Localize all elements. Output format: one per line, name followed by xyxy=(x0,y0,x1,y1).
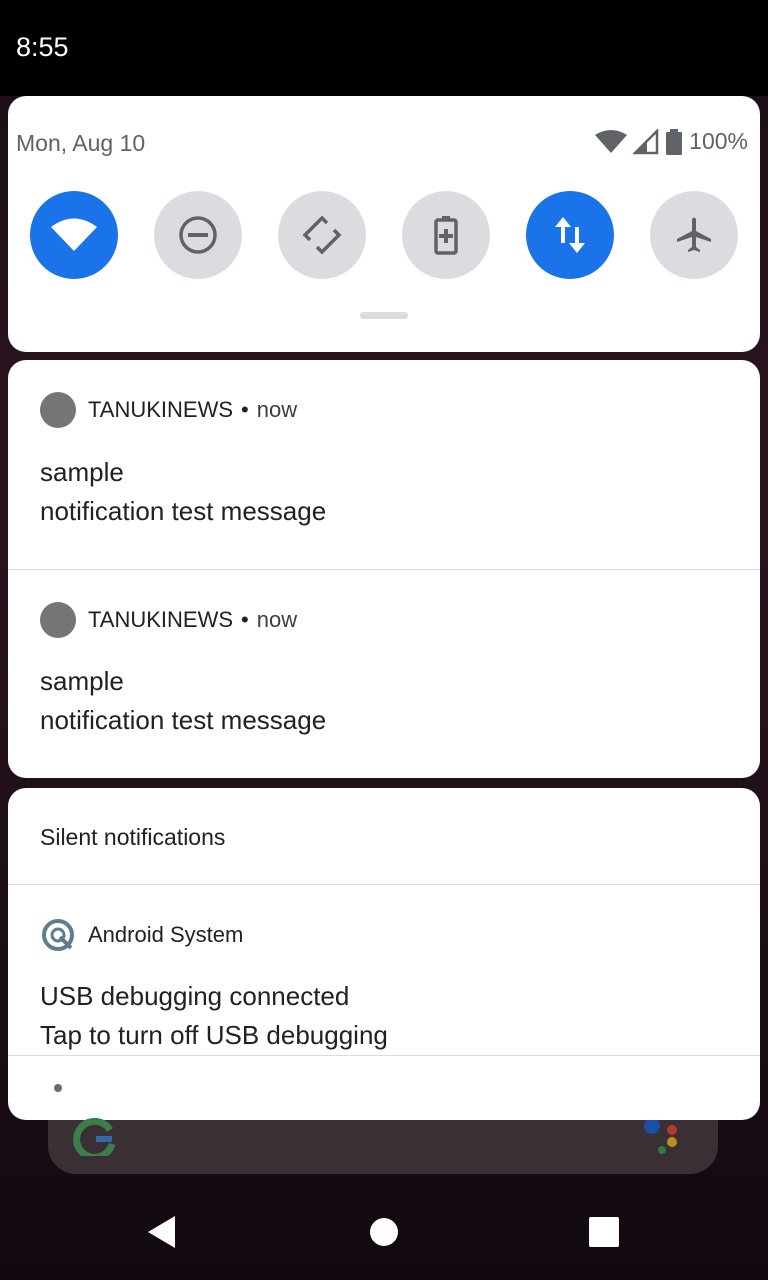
notification-title: sample xyxy=(40,666,124,696)
recents-icon xyxy=(589,1217,619,1247)
home-icon xyxy=(370,1218,398,1246)
silent-notifications-header[interactable]: Silent notifications xyxy=(40,824,225,851)
notification-app-name: TANUKINEWS xyxy=(88,397,234,422)
assistant-icon xyxy=(644,1120,677,1154)
status-clock: 8:55 xyxy=(16,32,69,62)
auto-rotate-tile[interactable] xyxy=(278,191,366,279)
android-system-icon xyxy=(42,919,74,951)
battery-percent: 100% xyxy=(689,128,748,154)
notification-time: now xyxy=(256,397,298,422)
notification-separator: • xyxy=(241,397,249,422)
status-bar: 8:55 xyxy=(0,0,768,96)
quick-settings-panel[interactable]: Mon, Aug 10 100% xyxy=(8,96,760,352)
notification-title: sample xyxy=(40,457,124,487)
navigation-bar xyxy=(0,1186,768,1280)
battery-saver-tile[interactable] xyxy=(402,191,490,279)
wifi-icon xyxy=(51,218,97,251)
airplane-icon xyxy=(677,217,711,252)
qs-date[interactable]: Mon, Aug 10 xyxy=(16,130,145,157)
notification-header: TANUKINEWS • now xyxy=(40,602,297,638)
overflow-dot-icon[interactable] xyxy=(54,1084,62,1092)
notification-group: TANUKINEWS • now sample notification tes… xyxy=(8,360,760,778)
mobile-data-tile[interactable] xyxy=(526,191,614,279)
notification-separator: • xyxy=(241,607,249,632)
back-button[interactable] xyxy=(140,1208,184,1256)
notification-text: Tap to turn off USB debugging xyxy=(40,1020,388,1050)
back-icon xyxy=(148,1216,175,1248)
wifi-status-icon xyxy=(595,129,628,153)
divider xyxy=(8,1055,760,1056)
notification-item[interactable]: TANUKINEWS • now sample notification tes… xyxy=(8,360,760,569)
qs-drag-handle[interactable] xyxy=(360,312,408,319)
notification-title: USB debugging connected xyxy=(40,981,350,1011)
home-button[interactable] xyxy=(364,1212,404,1252)
battery-saver-icon xyxy=(434,216,458,255)
do-not-disturb-tile[interactable] xyxy=(154,191,242,279)
notification-text: notification test message xyxy=(40,496,327,526)
silent-notifications-section: Silent notifications Android System USB … xyxy=(8,788,760,1120)
usb-debugging-notification[interactable]: Android System USB debugging connected T… xyxy=(8,885,760,1055)
notification-text: notification test message xyxy=(40,705,327,735)
mobile-data-icon xyxy=(555,217,585,253)
recents-button[interactable] xyxy=(584,1212,624,1252)
notification-item[interactable]: TANUKINEWS • now sample notification tes… xyxy=(8,570,760,778)
notification-header: TANUKINEWS • now xyxy=(40,392,297,428)
notification-header: Android System xyxy=(40,917,243,953)
google-logo-icon xyxy=(73,1117,116,1156)
airplane-mode-tile[interactable] xyxy=(650,191,738,279)
app-icon xyxy=(40,602,76,638)
search-bar[interactable] xyxy=(48,1117,718,1174)
auto-rotate-icon xyxy=(302,215,342,255)
battery-icon xyxy=(666,128,683,155)
app-icon xyxy=(40,392,76,428)
notification-app-name: TANUKINEWS xyxy=(88,607,234,632)
qs-status-icons: 100% xyxy=(595,128,748,155)
cell-signal-icon xyxy=(633,128,659,154)
notification-app-name: Android System xyxy=(88,922,244,947)
do-not-disturb-icon xyxy=(179,216,217,254)
notification-time: now xyxy=(256,607,298,632)
wifi-tile[interactable] xyxy=(30,191,118,279)
